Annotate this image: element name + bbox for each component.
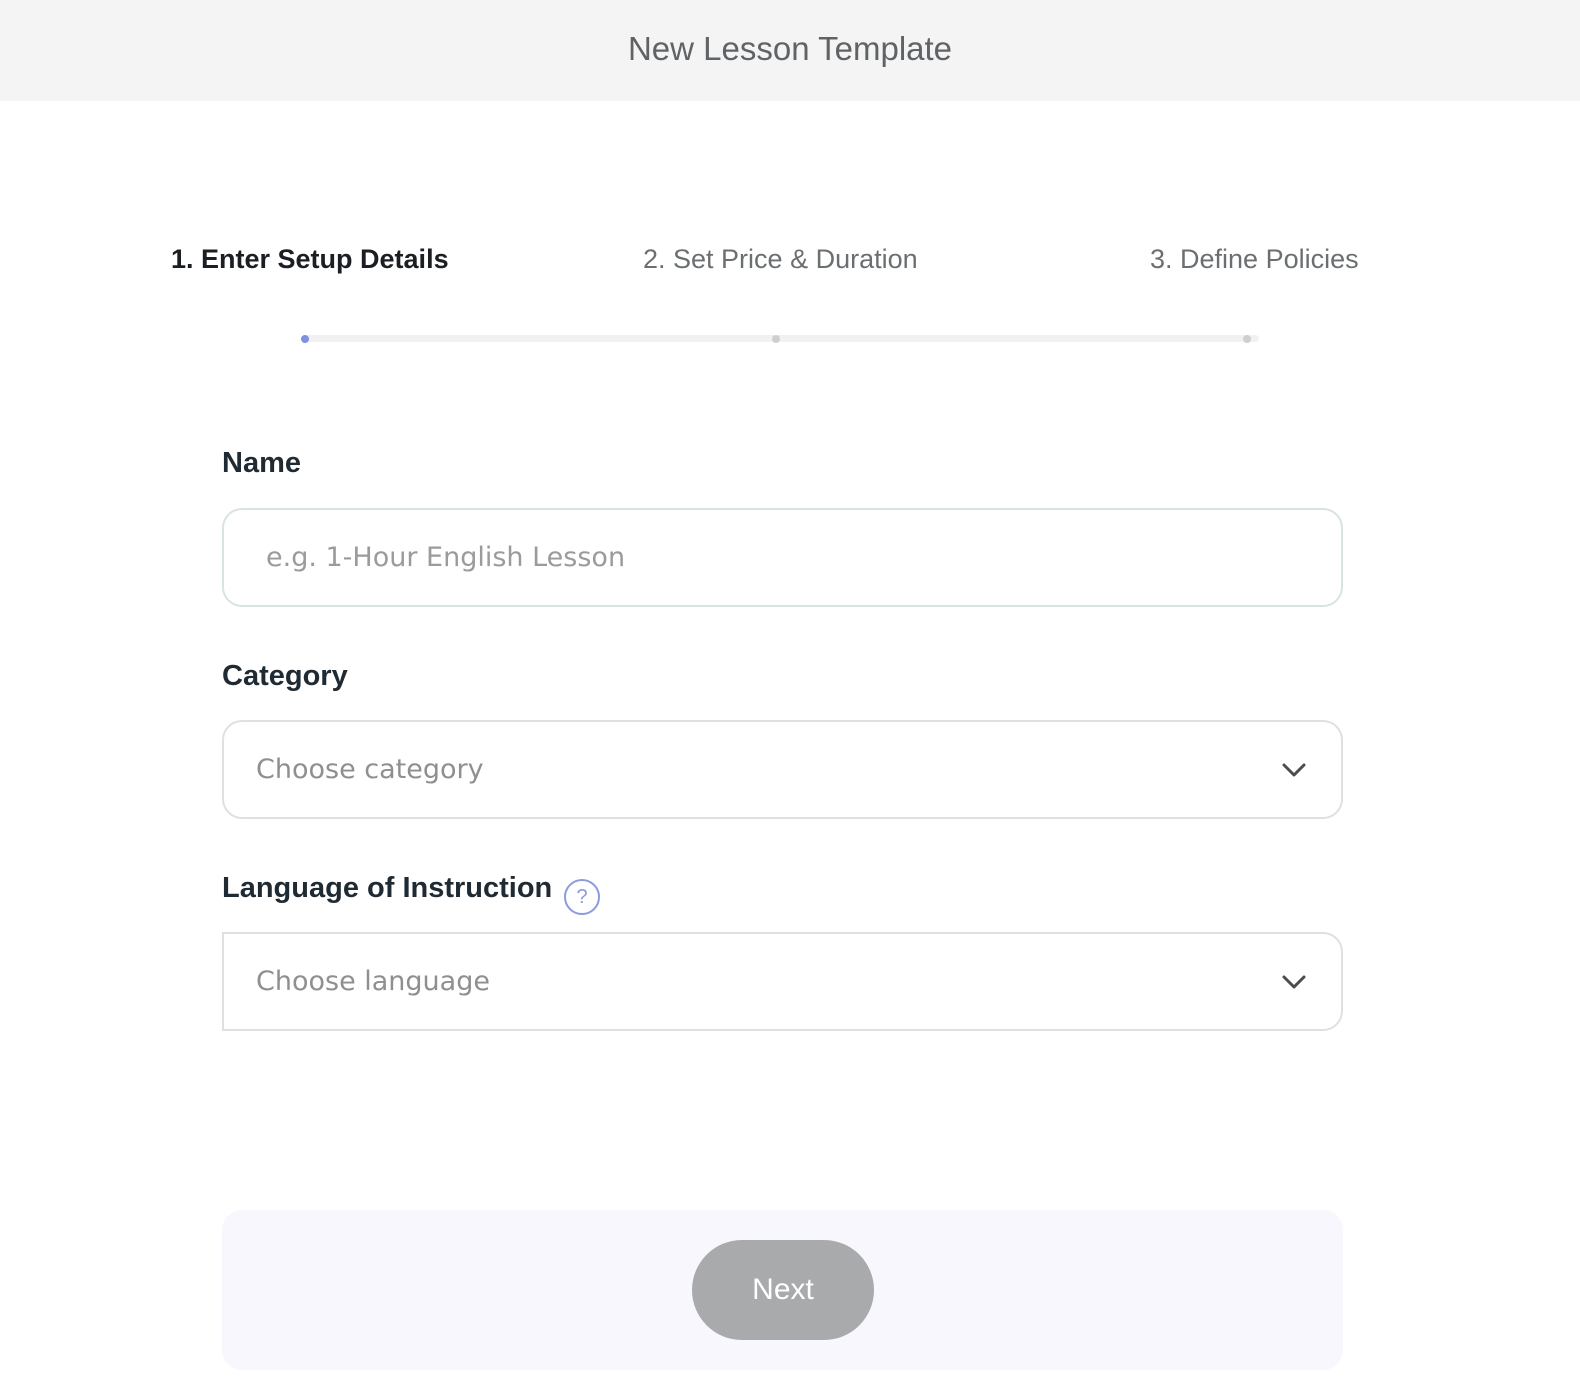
language-label: Language of Instruction: [222, 872, 553, 904]
next-button[interactable]: Next: [692, 1240, 874, 1340]
category-label: Category: [222, 660, 348, 692]
language-select[interactable]: Choose language: [222, 932, 1343, 1031]
header-bar: New Lesson Template: [0, 0, 1580, 101]
page-title: New Lesson Template: [627, 29, 953, 67]
category-placeholder: Choose category: [256, 754, 484, 785]
progress-track: [304, 335, 1259, 342]
category-select[interactable]: Choose category: [222, 720, 1343, 819]
name-field[interactable]: [222, 508, 1343, 607]
question-mark-icon[interactable]: ?: [564, 879, 600, 915]
progress-dot-step-2: [772, 335, 780, 343]
name-input[interactable]: [224, 510, 1341, 605]
step-price-duration: 2. Set Price & Duration: [643, 244, 918, 274]
progress-dot-step-1: [301, 335, 309, 343]
chevron-down-icon: [1282, 763, 1306, 776]
step-setup-details: 1. Enter Setup Details: [171, 244, 449, 274]
step-define-policies: 3. Define Policies: [1150, 244, 1359, 274]
chevron-down-icon: [1282, 975, 1306, 988]
name-label: Name: [222, 447, 301, 479]
progress-dot-step-3: [1243, 335, 1251, 343]
language-placeholder: Choose language: [256, 966, 490, 997]
footer-panel: Next: [222, 1210, 1343, 1370]
